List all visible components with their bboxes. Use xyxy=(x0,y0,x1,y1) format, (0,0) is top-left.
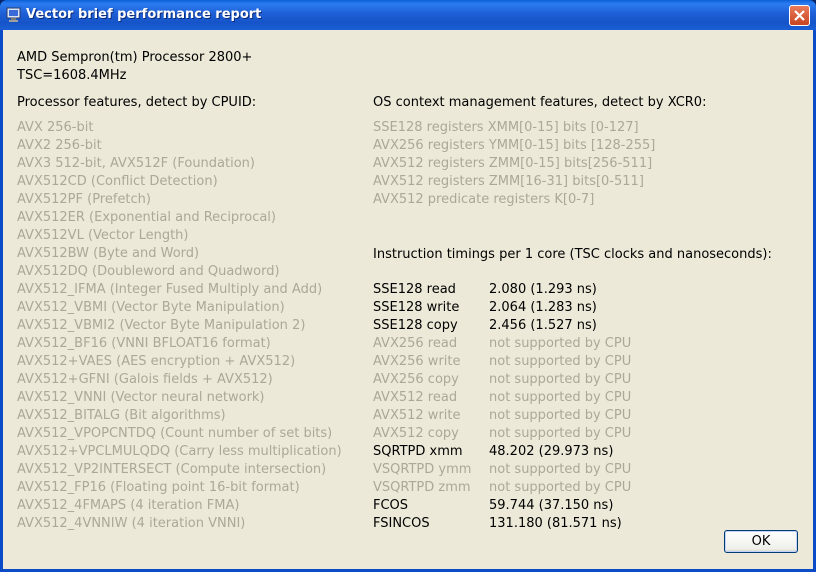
cpuid-feature-item: AVX512VL (Vector Length) xyxy=(17,228,189,243)
cpuid-feature-item: AVX512_BITALG (Bit algorithms) xyxy=(17,408,226,423)
timing-value: 2.064 (1.283 ns) xyxy=(489,300,597,315)
timing-value: 131.180 (81.571 ns) xyxy=(489,516,622,531)
timing-name: FSINCOS xyxy=(373,516,430,531)
timing-value: not supported by CPU xyxy=(489,372,632,387)
window-title: Vector brief performance report xyxy=(26,7,262,22)
timing-value: not supported by CPU xyxy=(489,480,632,495)
timing-value: 59.744 (37.150 ns) xyxy=(489,498,614,513)
xcr0-features-header: OS context management features, detect b… xyxy=(373,95,707,110)
timing-name: VSQRTPD ymm xyxy=(373,462,472,477)
cpuid-features-header: Processor features, detect by CPUID: xyxy=(17,95,257,110)
timing-name: AVX256 write xyxy=(373,354,461,369)
cpuid-feature-item: AVX512PF (Prefetch) xyxy=(17,192,151,207)
timings-header: Instruction timings per 1 core (TSC cloc… xyxy=(373,247,772,262)
timing-value: 2.456 (1.527 ns) xyxy=(489,318,597,333)
cpuid-feature-item: AVX512+VPCLMULQDQ (Carry less multiplica… xyxy=(17,444,342,459)
timing-name: AVX512 copy xyxy=(373,426,459,441)
cpuid-feature-item: AVX512_BF16 (VNNI BFLOAT16 format) xyxy=(17,336,271,351)
timing-value: not supported by CPU xyxy=(489,390,632,405)
xcr0-feature-item: AVX512 registers ZMM[0-15] bits[256-511] xyxy=(373,156,653,171)
ok-button[interactable]: OK xyxy=(724,530,798,553)
title-bar[interactable]: Vector brief performance report xyxy=(0,0,816,30)
timing-name: SSE128 copy xyxy=(373,318,458,333)
cpuid-feature-item: AVX512CD (Conflict Detection) xyxy=(17,174,218,189)
cpuid-feature-item: AVX512_IFMA (Integer Fused Multiply and … xyxy=(17,282,323,297)
xcr0-feature-item: AVX512 registers ZMM[16-31] bits[0-511] xyxy=(373,174,644,189)
cpuid-feature-item: AVX512_VP2INTERSECT (Compute intersectio… xyxy=(17,462,327,477)
close-icon xyxy=(794,10,805,21)
timing-name: SQRTPD xmm xyxy=(373,444,463,459)
cpuid-feature-item: AVX3 512-bit, AVX512F (Foundation) xyxy=(17,156,255,171)
timing-name: AVX512 write xyxy=(373,408,461,423)
cpuid-feature-item: AVX2 256-bit xyxy=(17,138,102,153)
cpuid-feature-item: AVX512_4VNNIW (4 iteration VNNI) xyxy=(17,516,246,531)
cpuid-feature-item: AVX 256-bit xyxy=(17,120,94,135)
cpuid-feature-item: AVX512_FP16 (Floating point 16-bit forma… xyxy=(17,480,300,495)
cpuid-feature-item: AVX512_VPOPCNTDQ (Count number of set bi… xyxy=(17,426,333,441)
app-icon[interactable] xyxy=(6,7,22,23)
xcr0-feature-item: SSE128 registers XMM[0-15] bits [0-127] xyxy=(373,120,639,135)
timing-name: AVX512 read xyxy=(373,390,458,405)
cpuid-feature-item: AVX512+VAES (AES encryption + AVX512) xyxy=(17,354,296,369)
timing-name: SSE128 write xyxy=(373,300,460,315)
xcr0-feature-item: AVX256 registers YMM[0-15] bits [128-255… xyxy=(373,138,656,153)
timing-value: not supported by CPU xyxy=(489,408,632,423)
timing-name: VSQRTPD zmm xyxy=(373,480,471,495)
cpuid-feature-item: AVX512DQ (Doubleword and Quadword) xyxy=(17,264,280,279)
timing-value: not supported by CPU xyxy=(489,354,632,369)
xcr0-feature-item: AVX512 predicate registers K[0-7] xyxy=(373,192,595,207)
timing-value: not supported by CPU xyxy=(489,462,632,477)
timing-name: AVX256 copy xyxy=(373,372,459,387)
timing-value: not supported by CPU xyxy=(489,426,632,441)
timing-name: SSE128 read xyxy=(373,282,456,297)
cpuid-feature-item: AVX512ER (Exponential and Reciprocal) xyxy=(17,210,276,225)
close-button[interactable] xyxy=(789,5,810,26)
timing-value: 2.080 (1.293 ns) xyxy=(489,282,597,297)
cpuid-feature-item: AVX512_VBMI (Vector Byte Manipulation) xyxy=(17,300,285,315)
cpuid-feature-item: AVX512+GFNI (Galois fields + AVX512) xyxy=(17,372,273,387)
cpuid-feature-item: AVX512_4FMAPS (4 iteration FMA) xyxy=(17,498,240,513)
cpuid-feature-item: AVX512_VBMI2 (Vector Byte Manipulation 2… xyxy=(17,318,306,333)
report-window: Vector brief performance report AMD Semp… xyxy=(0,0,816,572)
timing-name: FCOS xyxy=(373,498,409,513)
cpuid-feature-item: AVX512_VNNI (Vector neural network) xyxy=(17,390,265,405)
timing-value: 48.202 (29.973 ns) xyxy=(489,444,614,459)
cpuid-feature-item: AVX512BW (Byte and Word) xyxy=(17,246,200,261)
timing-name: AVX256 read xyxy=(373,336,458,351)
tsc-frequency: TSC=1608.4MHz xyxy=(17,68,127,83)
timing-value: not supported by CPU xyxy=(489,336,632,351)
cpu-name: AMD Sempron(tm) Processor 2800+ xyxy=(17,50,253,65)
